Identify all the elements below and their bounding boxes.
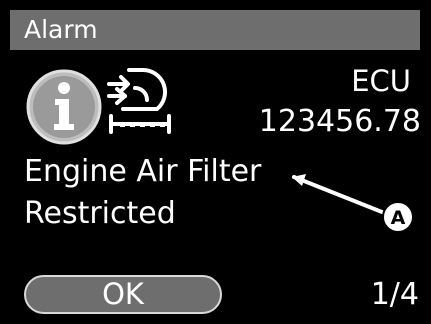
page-indicator: 1/4 [370, 277, 419, 312]
engine-air-filter-icon [107, 67, 171, 134]
info-icon [26, 69, 102, 145]
ok-button[interactable]: OK [24, 275, 222, 314]
source-value: 123456.78 [258, 104, 421, 139]
title-bar: Alarm [10, 10, 420, 50]
callout-label: A [391, 207, 406, 229]
alarm-screen: Alarm ECU 123456.78 Engine Air Filter Re… [0, 0, 431, 324]
screen-title: Alarm [24, 15, 98, 44]
alarm-message-line-2: Restricted [24, 196, 176, 231]
callout-pointer: A [292, 174, 414, 233]
source-label: ECU [351, 64, 411, 98]
alarm-message-line-1: Engine Air Filter [24, 154, 262, 189]
